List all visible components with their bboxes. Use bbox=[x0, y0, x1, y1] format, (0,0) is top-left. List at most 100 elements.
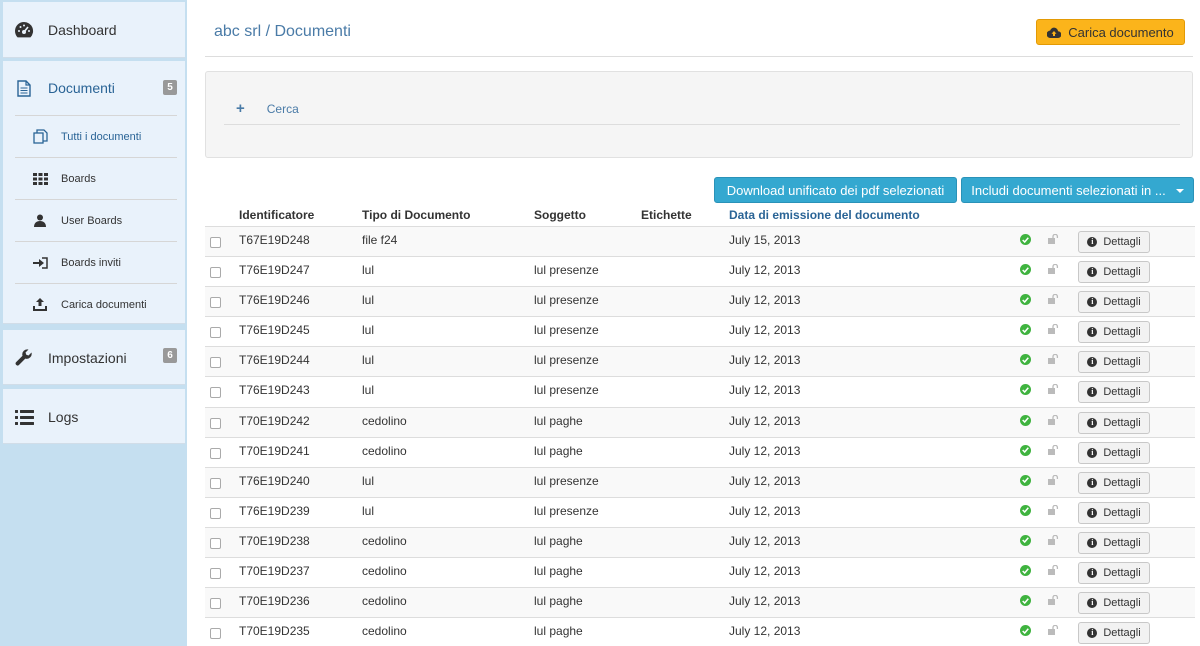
cell-subject: lul presenze bbox=[534, 353, 599, 368]
sidebar-item-dashboard[interactable]: Dashboard bbox=[3, 2, 185, 58]
cell-type: lul bbox=[362, 293, 375, 308]
cell-subject: lul paghe bbox=[534, 564, 583, 579]
row-checkbox[interactable] bbox=[210, 507, 221, 519]
details-button[interactable]: i Dettagli bbox=[1078, 501, 1150, 524]
row-checkbox[interactable] bbox=[210, 447, 221, 459]
table-row: T76E19D246 lul lul presenze July 12, 201… bbox=[205, 286, 1195, 317]
document-icon bbox=[14, 78, 34, 98]
unlock-icon bbox=[1048, 474, 1059, 488]
column-header-date[interactable]: Data di emissione del documento bbox=[729, 208, 920, 222]
column-header-type[interactable]: Tipo di Documento bbox=[362, 208, 470, 222]
table-row: T70E19D235 cedolino lul paghe July 12, 2… bbox=[205, 617, 1195, 646]
breadcrumb: abc srl / Documenti bbox=[214, 23, 351, 40]
row-checkbox[interactable] bbox=[210, 598, 221, 610]
row-checkbox[interactable] bbox=[210, 297, 221, 309]
row-checkbox[interactable] bbox=[210, 267, 221, 279]
cell-date: July 12, 2013 bbox=[729, 323, 801, 338]
cell-type: lul bbox=[362, 353, 375, 368]
include-selected-dropdown[interactable]: Includi documenti selezionati in ... bbox=[961, 177, 1194, 203]
cell-id: T70E19D235 bbox=[239, 624, 310, 639]
sidebar-subitem-boards[interactable]: Boards bbox=[15, 157, 177, 199]
check-circle-icon bbox=[1020, 234, 1031, 245]
documents-count-badge: 5 bbox=[163, 80, 177, 95]
cell-date: July 12, 2013 bbox=[729, 503, 801, 518]
column-header-tags[interactable]: Etichette bbox=[641, 208, 692, 222]
cell-date: July 12, 2013 bbox=[729, 293, 801, 308]
cell-date: July 12, 2013 bbox=[729, 624, 801, 639]
info-icon: i bbox=[1087, 267, 1098, 278]
cell-id: T76E19D245 bbox=[239, 323, 310, 338]
row-checkbox[interactable] bbox=[210, 327, 221, 339]
cell-subject: lul presenze bbox=[534, 473, 599, 488]
unlock-icon bbox=[1048, 534, 1059, 548]
details-button[interactable]: i Dettagli bbox=[1078, 471, 1150, 494]
header-divider bbox=[205, 56, 1193, 57]
row-checkbox[interactable] bbox=[210, 568, 221, 580]
cell-type: cedolino bbox=[362, 594, 407, 609]
cell-date: July 12, 2013 bbox=[729, 473, 801, 488]
details-button[interactable]: i Dettagli bbox=[1078, 622, 1150, 645]
check-circle-icon bbox=[1020, 625, 1031, 637]
details-button[interactable]: i Dettagli bbox=[1078, 321, 1150, 344]
details-button[interactable]: i Dettagli bbox=[1078, 592, 1150, 615]
cell-type: lul bbox=[362, 473, 375, 488]
details-label: Dettagli bbox=[1103, 296, 1141, 309]
table-header: Identificatore Tipo di Documento Soggett… bbox=[205, 206, 1195, 226]
download-selected-pdf-button[interactable]: Download unificato dei pdf selezionati bbox=[714, 177, 957, 203]
info-icon: i bbox=[1087, 537, 1098, 548]
sidebar-item-impostazioni[interactable]: Impostazioni 6 bbox=[3, 330, 185, 385]
dashboard-icon bbox=[14, 20, 34, 40]
sidebar-subitem-user-boards[interactable]: User Boards bbox=[15, 199, 177, 241]
column-header-subject[interactable]: Soggetto bbox=[534, 208, 586, 222]
row-checkbox[interactable] bbox=[210, 417, 221, 429]
cell-type: cedolino bbox=[362, 413, 407, 428]
row-checkbox[interactable] bbox=[210, 237, 221, 248]
row-checkbox[interactable] bbox=[210, 357, 221, 369]
table-row: T67E19D248 file f24 July 15, 2013 i Dett… bbox=[205, 226, 1195, 257]
column-header-id[interactable]: Identificatore bbox=[239, 208, 314, 222]
unlock-icon bbox=[1048, 594, 1059, 608]
check-circle-icon bbox=[1020, 504, 1031, 516]
row-checkbox[interactable] bbox=[210, 387, 221, 399]
settings-count-badge: 6 bbox=[163, 348, 177, 363]
details-button[interactable]: i Dettagli bbox=[1078, 531, 1150, 554]
row-checkbox[interactable] bbox=[210, 477, 221, 489]
cell-id: T76E19D246 bbox=[239, 293, 310, 308]
check-circle-icon bbox=[1020, 444, 1031, 456]
search-panel: + Cerca bbox=[205, 71, 1193, 158]
upload-document-button[interactable]: Carica documento bbox=[1036, 19, 1185, 45]
details-button[interactable]: i Dettagli bbox=[1078, 291, 1150, 314]
details-button[interactable]: i Dettagli bbox=[1078, 231, 1150, 253]
details-button[interactable]: i Dettagli bbox=[1078, 351, 1150, 374]
plus-icon: + bbox=[236, 100, 245, 117]
search-label: Cerca bbox=[266, 101, 299, 116]
cell-subject: lul presenze bbox=[534, 503, 599, 518]
info-icon: i bbox=[1087, 628, 1098, 639]
table-row: T76E19D247 lul lul presenze July 12, 201… bbox=[205, 256, 1195, 286]
check-circle-icon bbox=[1020, 324, 1031, 336]
details-button[interactable]: i Dettagli bbox=[1078, 411, 1150, 434]
details-label: Dettagli bbox=[1103, 326, 1141, 339]
cell-type: lul bbox=[362, 323, 375, 338]
sidebar-subitem-carica-documenti[interactable]: Carica documenti bbox=[15, 283, 177, 325]
sidebar-subitem-label: Boards inviti bbox=[61, 256, 121, 269]
table-row: T76E19D240 lul lul presenze July 12, 201… bbox=[205, 466, 1195, 497]
sidebar-subitem-tutti-documenti[interactable]: Tutti i documenti bbox=[15, 115, 177, 157]
check-circle-icon bbox=[1020, 414, 1031, 426]
details-button[interactable]: i Dettagli bbox=[1078, 381, 1150, 404]
sidebar-item-documenti[interactable]: Documenti 5 bbox=[3, 61, 185, 115]
row-checkbox[interactable] bbox=[210, 628, 221, 640]
sidebar-item-label: Dashboard bbox=[48, 22, 117, 38]
table-row: T70E19D236 cedolino lul paghe July 12, 2… bbox=[205, 587, 1195, 618]
cell-date: July 12, 2013 bbox=[729, 533, 801, 548]
sidebar-item-logs[interactable]: Logs bbox=[3, 389, 185, 444]
details-button[interactable]: i Dettagli bbox=[1078, 562, 1150, 585]
search-toggle[interactable]: + Cerca bbox=[236, 100, 299, 117]
row-checkbox[interactable] bbox=[210, 537, 221, 549]
sidebar-subitem-boards-inviti[interactable]: Boards inviti bbox=[15, 241, 177, 283]
cell-type: lul bbox=[362, 263, 375, 278]
cell-date: July 12, 2013 bbox=[729, 353, 801, 368]
details-button[interactable]: i Dettagli bbox=[1078, 261, 1150, 284]
details-button[interactable]: i Dettagli bbox=[1078, 441, 1150, 464]
cell-subject: lul paghe bbox=[534, 413, 583, 428]
